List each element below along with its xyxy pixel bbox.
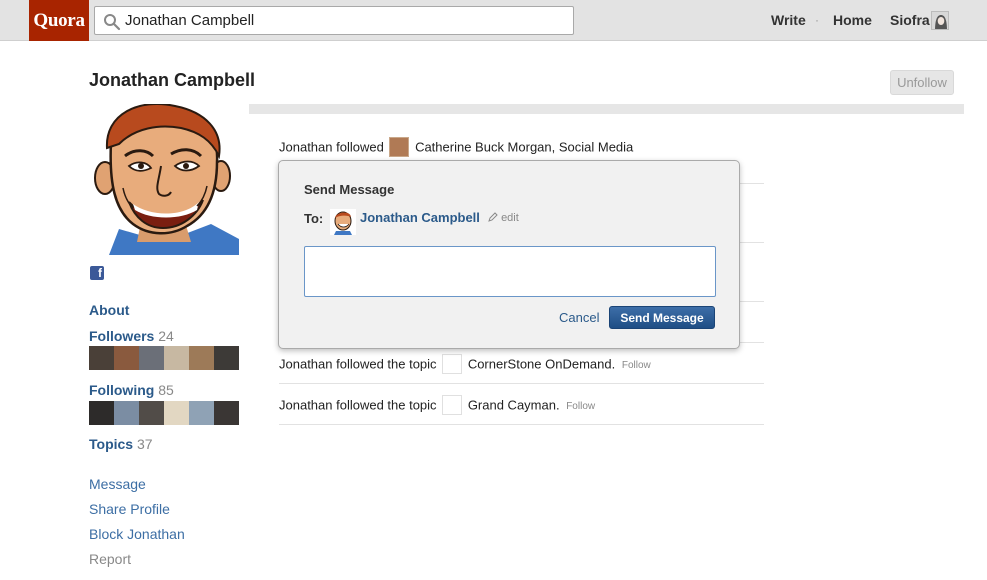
user-avatar[interactable] [931,11,949,30]
following-avatar[interactable] [89,401,114,425]
recipient-avatar [330,209,356,235]
unfollow-button[interactable]: Unfollow [890,70,954,95]
page-title: Jonathan Campbell [89,70,256,90]
edit-recipient[interactable]: edit [488,212,519,224]
send-message-dialog: Send Message To: Jonathan Campbell edit … [278,160,740,349]
block-user-link[interactable]: Block Jonathan [89,526,185,542]
followers-label: Followers [89,328,155,344]
feed-item-prefix: Jonathan followed the topic [279,356,437,372]
report-link[interactable]: Report [89,551,131,567]
message-textarea[interactable] [304,246,716,297]
nav-separator: · [815,13,819,27]
follower-avatar[interactable] [114,346,139,370]
edit-label: edit [501,212,519,224]
feed-item-target[interactable]: Catherine Buck Morgan, Social Media [415,139,633,154]
feed-item-target[interactable]: Grand Cayman. [468,397,560,412]
following-count: 85 [158,382,174,398]
feed-header-bar [249,104,964,114]
recipient-name[interactable]: Jonathan Campbell [360,210,480,225]
facebook-icon[interactable]: f [90,266,104,280]
search-input[interactable] [125,7,565,34]
nav-user[interactable]: Siofra [890,0,930,41]
top-bar: Quora Write · Home Siofra [0,0,987,41]
profile-photo [89,104,239,255]
feed-item: Jonathan followed the topic CornerStone … [279,354,651,375]
message-link[interactable]: Message [89,476,146,492]
follower-avatar[interactable] [89,346,114,370]
dialog-title: Send Message [304,182,395,197]
following-avatars [89,401,239,425]
follow-topic-link[interactable]: Follow [566,401,595,412]
feed-item-target[interactable]: CornerStone OnDemand. [468,356,615,371]
quora-logo[interactable]: Quora [29,0,89,41]
followers-avatars [89,346,239,370]
search-box[interactable] [94,6,574,35]
feed-item: Jonathan followed the topic Grand Cayman… [279,395,595,416]
following-avatar[interactable] [214,401,239,425]
feed-divider [279,383,764,384]
follower-avatar[interactable] [139,346,164,370]
followers-count: 24 [158,328,174,344]
follower-avatar[interactable] [214,346,239,370]
topic-thumbnail[interactable] [442,354,463,374]
topic-thumbnail[interactable] [442,395,463,415]
nav-write[interactable]: Write [771,0,806,41]
feed-divider [279,424,764,425]
topics-label: Topics [89,436,134,452]
topics-count: 37 [136,436,153,452]
feed-item: Jonathan followed Catherine Buck Morgan,… [279,137,633,158]
follower-avatar[interactable] [189,346,214,370]
nav-home[interactable]: Home [833,0,872,41]
following-avatar[interactable] [114,401,139,425]
search-icon [104,14,121,31]
following-avatar[interactable] [164,401,189,425]
cancel-button[interactable]: Cancel [559,310,599,325]
to-label: To: [304,211,324,226]
pencil-icon [488,212,498,222]
following-label: Following [89,382,155,398]
feed-item-prefix: Jonathan followed the topic [279,397,437,413]
following-avatar[interactable] [139,401,164,425]
sidebar-followers[interactable]: Followers 24 [89,328,174,344]
feed-item-prefix: Jonathan followed [279,139,384,155]
follower-avatar[interactable] [164,346,189,370]
send-message-button[interactable]: Send Message [609,306,715,329]
sidebar-following[interactable]: Following 85 [89,382,174,398]
sidebar-about[interactable]: About [89,302,129,318]
follow-topic-link[interactable]: Follow [622,360,651,371]
share-profile-link[interactable]: Share Profile [89,501,170,517]
sidebar-topics[interactable]: Topics 37 [89,436,153,452]
feed-item-thumbnail[interactable] [389,137,410,157]
following-avatar[interactable] [189,401,214,425]
